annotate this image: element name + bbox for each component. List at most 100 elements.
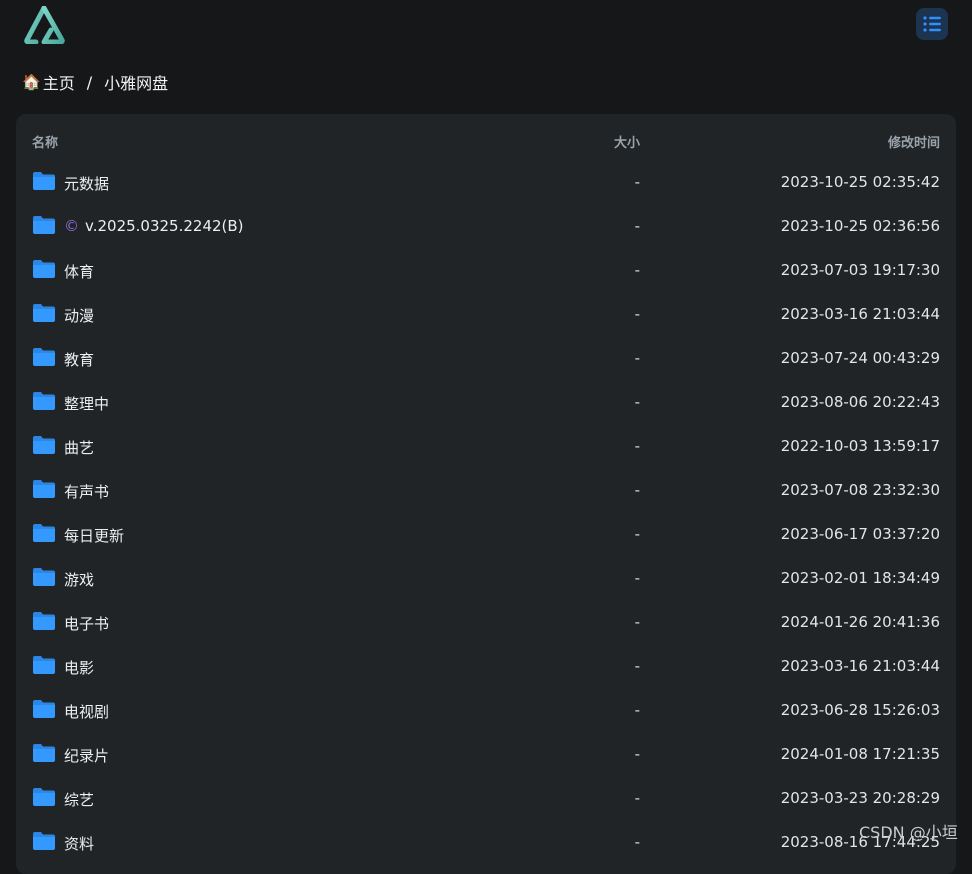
table-row[interactable]: 电子书 - 2024-01-26 20:41:36: [16, 601, 956, 645]
file-size: -: [634, 349, 640, 367]
folder-icon: [32, 611, 56, 631]
folder-icon: [32, 831, 56, 851]
watermark: CSDN @小垣: [859, 823, 958, 842]
table-row[interactable]: 动漫 - 2023-03-16 21:03:44: [16, 293, 956, 337]
file-name: 纪录片: [64, 745, 109, 766]
file-modified: 2023-03-23 20:28:29: [780, 789, 940, 807]
file-modified: 2023-07-24 00:43:29: [780, 349, 940, 367]
home-icon: 🏠: [22, 73, 41, 91]
file-name-text: 整理中: [64, 395, 110, 413]
folder-icon: [32, 347, 56, 367]
file-size: -: [634, 173, 640, 191]
file-name: 动漫: [64, 305, 94, 326]
file-size: -: [634, 789, 640, 807]
file-name-text: 教育: [64, 351, 95, 369]
file-size: -: [634, 701, 640, 719]
file-name: 有声书: [64, 481, 109, 502]
file-name-text: 资料: [64, 835, 95, 853]
table-row[interactable]: 有声书 - 2023-07-08 23:32:30: [16, 469, 956, 513]
file-modified: 2023-08-06 20:22:43: [780, 393, 940, 411]
file-name: © v.2025.0325.2242(B): [64, 217, 244, 235]
file-size: -: [634, 393, 640, 411]
file-name: 元数据: [64, 173, 109, 194]
list-menu-icon: [923, 16, 941, 32]
file-name: 游戏: [64, 569, 94, 590]
breadcrumb-home-label: 主页: [42, 74, 75, 93]
table-row[interactable]: 体育 - 2023-07-03 19:17:30: [16, 249, 956, 293]
table-row[interactable]: 教育 - 2023-07-24 00:43:29: [16, 337, 956, 381]
folder-icon: [32, 655, 56, 675]
file-name: 体育: [64, 261, 94, 282]
file-name: 电影: [64, 657, 94, 678]
table-row[interactable]: © v.2025.0325.2242(B) - 2023-10-25 02:36:56: [16, 205, 956, 249]
file-name-text: v.2025.0325.2242(B): [85, 217, 244, 235]
table-row[interactable]: 纪录片 - 2024-01-08 17:21:35: [16, 733, 956, 777]
folder-icon: [32, 699, 56, 719]
column-header-size[interactable]: 大小: [614, 132, 640, 151]
folder-icon: [32, 523, 56, 543]
file-name-text: 动漫: [64, 307, 95, 325]
file-modified: 2022-10-03 13:59:17: [780, 437, 940, 455]
file-rows: 元数据 - 2023-10-25 02:35:42 © v.2025.0325.2242…: [16, 161, 956, 865]
folder-icon: [32, 259, 56, 279]
file-name: 曲艺: [64, 437, 94, 458]
table-row[interactable]: 电影 - 2023-03-16 21:03:44: [16, 645, 956, 689]
file-modified: 2023-06-17 03:37:20: [780, 525, 940, 543]
breadcrumb-separator: /: [86, 72, 93, 92]
file-modified: 2023-03-16 21:03:44: [780, 657, 940, 675]
file-size: -: [634, 261, 640, 279]
file-name: 每日更新: [64, 525, 124, 546]
file-name: 整理中: [64, 393, 109, 414]
alist-logo-icon[interactable]: [24, 6, 68, 44]
table-row[interactable]: 资料 -2023-08-16 17:44:25: [16, 821, 956, 865]
file-name-text: 电子书: [64, 615, 110, 633]
breadcrumb-current[interactable]: 小雅网盘: [104, 70, 168, 94]
folder-icon: [32, 391, 56, 411]
top-header: [0, 0, 972, 56]
copyright-icon: ©: [64, 217, 79, 235]
file-size: -: [634, 657, 640, 675]
folder-icon: [32, 743, 56, 763]
table-row[interactable]: 元数据 - 2023-10-25 02:35:42: [16, 161, 956, 205]
file-size: -: [634, 745, 640, 763]
file-size: -: [634, 217, 640, 235]
file-name-text: 元数据: [64, 175, 110, 193]
column-header-modified[interactable]: 修改时间: [888, 132, 940, 151]
column-header-name[interactable]: 名称: [32, 132, 58, 151]
table-header: 名称 大小 修改时间: [16, 128, 956, 154]
file-name-text: 体育: [64, 263, 95, 281]
file-size: -: [634, 437, 640, 455]
file-name-text: 有声书: [64, 483, 110, 501]
file-modified: 2023-10-25 02:35:42: [780, 173, 940, 191]
table-row[interactable]: 电视剧 - 2023-06-28 15:26:03: [16, 689, 956, 733]
file-modified: 2023-07-08 23:32:30: [780, 481, 940, 499]
file-name: 教育: [64, 349, 94, 370]
file-size: -: [634, 481, 640, 499]
file-modified: 2024-01-26 20:41:36: [780, 613, 940, 631]
file-name: 综艺: [64, 789, 94, 810]
file-modified: 2023-03-16 21:03:44: [780, 305, 940, 323]
table-row[interactable]: 每日更新 - 2023-06-17 03:37:20: [16, 513, 956, 557]
file-modified: 2023-02-01 18:34:49: [780, 569, 940, 587]
folder-icon: [32, 171, 56, 191]
folder-icon: [32, 787, 56, 807]
file-size: -: [634, 569, 640, 587]
table-row[interactable]: 整理中 - 2023-08-06 20:22:43: [16, 381, 956, 425]
file-name: 电视剧: [64, 701, 109, 722]
table-row[interactable]: 游戏 - 2023-02-01 18:34:49: [16, 557, 956, 601]
folder-icon: [32, 567, 56, 587]
file-modified: 2023-07-03 19:17:30: [780, 261, 940, 279]
folder-icon: [32, 479, 56, 499]
table-row[interactable]: 曲艺 - 2022-10-03 13:59:17: [16, 425, 956, 469]
file-name-text: 纪录片: [64, 747, 110, 765]
file-name: 资料: [64, 833, 94, 854]
table-row[interactable]: 综艺 - 2023-03-23 20:28:29: [16, 777, 956, 821]
list-menu-button[interactable]: [916, 8, 948, 40]
file-modified: 2023-06-28 15:26:03: [780, 701, 940, 719]
file-name-text: 电视剧: [64, 703, 110, 721]
folder-icon: [32, 303, 56, 323]
file-name-text: 综艺: [64, 791, 95, 809]
breadcrumb-home[interactable]: 🏠 主页: [22, 70, 75, 94]
file-list-panel: 名称 大小 修改时间 元数据 - 2023-10-25 02:35:42 © v.202…: [16, 114, 956, 874]
file-name-text: 每日更新: [64, 527, 125, 545]
